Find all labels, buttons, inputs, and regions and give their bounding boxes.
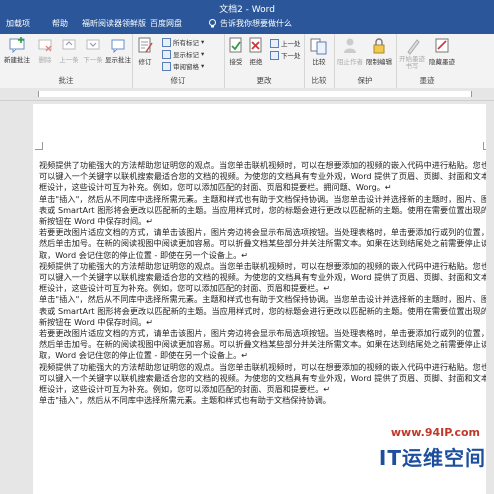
title-bar: 文档2 - Word 加载项 帮助 福昕阅读器领鲜版 百度网盘 告诉我你想要做什… (0, 0, 494, 34)
group-changes: 接受 拒绝 上一处 下一处 更改 (224, 34, 305, 88)
next-comment-button[interactable]: 下一条 (82, 37, 104, 64)
tab-addins[interactable]: 加载项 (6, 18, 30, 29)
delete-comment-icon (38, 39, 52, 52)
group-tracking: 修订 所有标记 ▾ 显示标记 ▾ 审阅窗格 ▾ 修订 (132, 34, 225, 88)
next-change-icon (270, 50, 279, 60)
lightbulb-icon (209, 19, 216, 28)
ribbon-tabs: 加载项 帮助 福昕阅读器领鲜版 百度网盘 告诉我你想要做什么 (0, 14, 494, 34)
crop-mark-top-left (35, 142, 43, 150)
paragraph: 若要更改图片适应文档的方式，请单击该图片，图片旁边将会显示布局选项按钮。当处理表… (39, 328, 489, 361)
watermark-brand: IT运维空间 (378, 446, 486, 470)
restrict-editing-button[interactable]: 限制编辑 (364, 37, 394, 66)
hide-ink-icon (435, 38, 449, 53)
paragraph: 若要更改图片适应文档的方式，请单击该图片，图片旁边将会显示布局选项按钮。当处理表… (39, 227, 489, 260)
accept-icon (229, 37, 242, 53)
previous-comment-icon (62, 39, 76, 50)
group-ink-label: 墨迹 (419, 76, 435, 85)
all-markup-dropdown[interactable]: 所有标记 ▾ (162, 37, 204, 47)
group-ink: 开始墨迹书写 隐藏墨迹 墨迹 (396, 34, 458, 88)
previous-change-icon (270, 38, 279, 48)
group-compare-label: 比较 (311, 76, 327, 85)
paragraph: 视频提供了功能强大的方法帮助您证明您的观点。当您单击联机视频时，可以在想要添加的… (39, 260, 489, 294)
document-body[interactable]: 视频提供了功能强大的方法帮助您证明您的观点。当您单击联机视频时，可以在想要添加的… (39, 160, 489, 406)
paragraph: 单击"插入"，然后从不同库中选择所需元素。主题和样式也有助于文档保持协调。 (39, 395, 331, 406)
previous-change-button[interactable]: 上一处 (270, 38, 301, 48)
tab-baidu-netdisk[interactable]: 百度网盘 (150, 18, 182, 29)
chevron-down-icon: ▾ (201, 62, 205, 70)
tell-me-box[interactable]: 告诉我你想要做什么 (208, 18, 292, 29)
next-change-button[interactable]: 下一处 (270, 50, 301, 60)
tab-help[interactable]: 帮助 (52, 18, 68, 29)
show-markup-button[interactable]: 显示标记 ▾ (162, 49, 204, 59)
show-markup-icon (162, 49, 171, 59)
paragraph: 视频提供了功能强大的方法帮助您证明您的观点。当您单击联机视频时，可以在想要添加的… (39, 361, 489, 395)
paragraph: 单击"插入"，然后从不同库中选择所需元素。主题和样式也有助于文档保持协调。当您单… (39, 193, 489, 227)
block-authors-icon (344, 38, 356, 53)
reject-icon (249, 37, 262, 53)
show-comments-button[interactable]: 显示批注 (104, 37, 132, 64)
group-protect-label: 保护 (357, 76, 373, 85)
show-comments-icon (111, 39, 125, 53)
watermark: www.94IP.com IT运维空间 (350, 424, 490, 494)
accept-button[interactable]: 接受 (226, 37, 246, 66)
delete-comment-button[interactable]: 删除 (34, 37, 56, 64)
chevron-down-icon: ▾ (201, 38, 205, 46)
new-comment-icon (9, 37, 25, 53)
ruler-scale (38, 91, 472, 97)
group-changes-label: 更改 (256, 76, 272, 85)
pen-icon (407, 39, 420, 55)
group-tracking-label: 修订 (170, 76, 186, 85)
track-changes-icon (138, 37, 153, 53)
block-authors-button[interactable]: 阻止作者 (336, 37, 364, 66)
group-comments-label: 批注 (58, 76, 74, 85)
hide-ink-button[interactable]: 隐藏墨迹 (428, 37, 456, 66)
paragraph: 视频提供了功能强大的方法帮助您证明您的观点。当您单击联机视频时，可以在想要添加的… (39, 160, 489, 193)
group-protect: 阻止作者 限制编辑 保护 (334, 34, 397, 88)
lock-icon (373, 38, 385, 54)
track-changes-button[interactable]: 修订 (134, 37, 156, 66)
watermark-url: www.94IP.com (390, 426, 480, 439)
paragraph: 单击"插入"，然后从不同库中选择所需元素。主题和样式也有助于文档保持协调。当您单… (39, 294, 489, 327)
markup-icon (162, 37, 171, 47)
reject-button[interactable]: 拒绝 (246, 37, 266, 66)
tab-foxit-reader[interactable]: 福昕阅读器领鲜版 (82, 18, 146, 29)
group-compare: 比较 比较 (304, 34, 335, 88)
compare-icon (310, 38, 327, 55)
start-inking-button[interactable]: 开始墨迹书写 (398, 37, 428, 70)
horizontal-ruler[interactable] (0, 88, 494, 101)
previous-comment-button[interactable]: 上一条 (58, 37, 80, 64)
ribbon-review: 新建批注 删除 上一条 下一条 显示批注 批注 修订 所有标记 ▾ 显示标记 ▾ 审… (0, 34, 494, 89)
group-comments: 新建批注 删除 上一条 下一条 显示批注 批注 (0, 34, 133, 88)
next-comment-icon (86, 39, 100, 50)
chevron-down-icon: ▾ (201, 50, 205, 58)
reviewing-pane-button[interactable]: 审阅窗格 ▾ (162, 61, 204, 71)
reviewing-pane-icon (162, 61, 171, 71)
new-comment-button[interactable]: 新建批注 (2, 37, 32, 64)
compare-button[interactable]: 比较 (307, 37, 331, 66)
tell-me-text: 告诉我你想要做什么 (220, 19, 292, 28)
